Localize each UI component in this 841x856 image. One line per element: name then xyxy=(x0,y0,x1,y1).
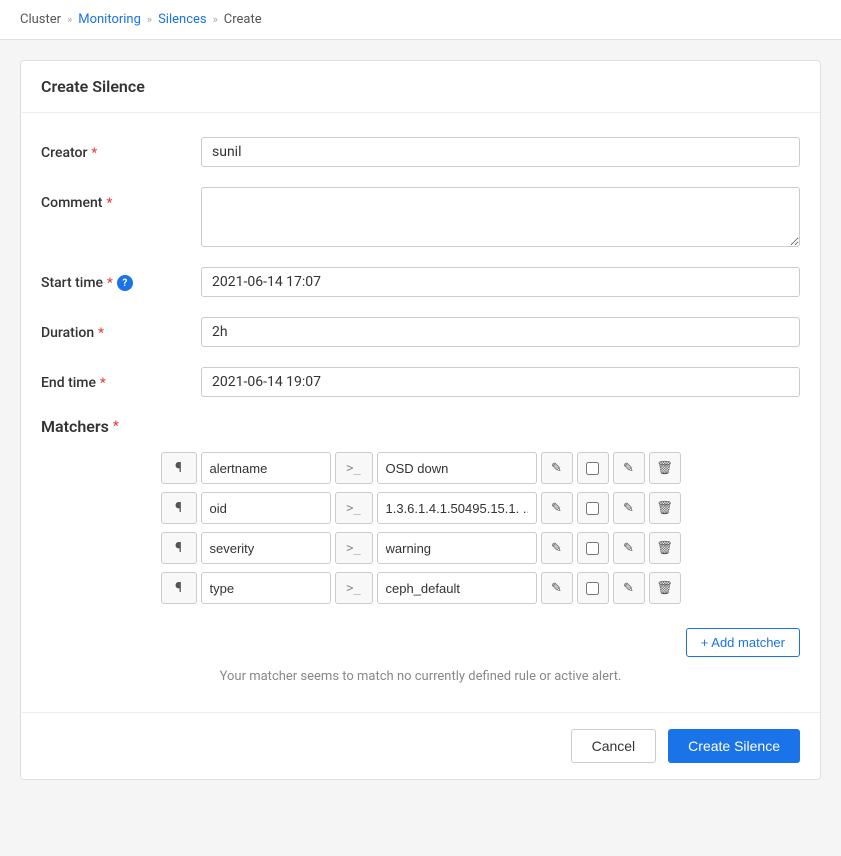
matcher-edit-button-3[interactable]: ✎ xyxy=(613,572,645,604)
starttime-input[interactable] xyxy=(201,267,800,297)
duration-row: Duration * xyxy=(41,317,800,347)
matcher-para-icon-1: ¶ xyxy=(161,492,197,524)
matcher-regex-button-1[interactable]: ✎ xyxy=(541,492,573,524)
breadcrumb-sep-1: » xyxy=(67,13,72,26)
matchers-label: Matchers * xyxy=(41,417,800,436)
comment-required: * xyxy=(106,196,112,211)
matchers-inner: ¶ >_ ✎ ✎ 🗑 ¶ >_ ✎ ✎ 🗑 ¶ >_ ✎ ✎ 🗑 ¶ >_ xyxy=(41,452,800,688)
matcher-check-2[interactable] xyxy=(586,542,599,555)
matcher-op-0: >_ xyxy=(335,452,373,484)
matcher-row: ¶ >_ ✎ ✎ 🗑 xyxy=(41,452,800,484)
matcher-edit-button-1[interactable]: ✎ xyxy=(613,492,645,524)
breadcrumb-create: Create xyxy=(224,12,262,27)
matcher-name-input-2[interactable] xyxy=(201,532,331,564)
matcher-check-1[interactable] xyxy=(586,502,599,515)
endtime-required: * xyxy=(100,376,106,391)
matcher-row: ¶ >_ ✎ ✎ 🗑 xyxy=(41,532,800,564)
matcher-name-input-1[interactable] xyxy=(201,492,331,524)
matcher-row: ¶ >_ ✎ ✎ 🗑 xyxy=(41,492,800,524)
matcher-value-input-0[interactable] xyxy=(377,452,537,484)
breadcrumb-silences[interactable]: Silences xyxy=(158,12,207,27)
matcher-checkbox-3[interactable] xyxy=(577,572,609,604)
comment-input[interactable] xyxy=(201,187,800,247)
matcher-edit-button-0[interactable]: ✎ xyxy=(613,452,645,484)
endtime-label: End time * xyxy=(41,367,201,391)
matcher-delete-button-1[interactable]: 🗑 xyxy=(649,492,681,524)
create-silence-button[interactable]: Create Silence xyxy=(668,729,800,763)
matcher-check-0[interactable] xyxy=(586,462,599,475)
matcher-value-input-2[interactable] xyxy=(377,532,537,564)
matcher-op-3: >_ xyxy=(335,572,373,604)
matcher-op-1: >_ xyxy=(335,492,373,524)
comment-row: Comment * xyxy=(41,187,800,247)
matcher-row: ¶ >_ ✎ ✎ 🗑 xyxy=(41,572,800,604)
matcher-delete-button-2[interactable]: 🗑 xyxy=(649,532,681,564)
starttime-required: * xyxy=(107,276,113,291)
endtime-row: End time * xyxy=(41,367,800,397)
matcher-para-icon-2: ¶ xyxy=(161,532,197,564)
creator-row: Creator * xyxy=(41,137,800,167)
duration-input[interactable] xyxy=(201,317,800,347)
matcher-op-2: >_ xyxy=(335,532,373,564)
matcher-checkbox-1[interactable] xyxy=(577,492,609,524)
matcher-value-input-1[interactable] xyxy=(377,492,537,524)
creator-required: * xyxy=(91,146,97,161)
card-title: Create Silence xyxy=(41,77,145,96)
breadcrumb-cluster[interactable]: Cluster xyxy=(20,12,61,27)
matcher-regex-button-2[interactable]: ✎ xyxy=(541,532,573,564)
card-body: Creator * Comment * Start time * ? xyxy=(21,113,820,712)
matcher-delete-button-3[interactable]: 🗑 xyxy=(649,572,681,604)
no-match-message: Your matcher seems to match no currently… xyxy=(220,669,622,684)
breadcrumb: Cluster » Monitoring » Silences » Create xyxy=(0,0,841,40)
duration-label: Duration * xyxy=(41,317,201,341)
matcher-regex-button-3[interactable]: ✎ xyxy=(541,572,573,604)
card-footer: Cancel Create Silence xyxy=(21,712,820,779)
endtime-input[interactable] xyxy=(201,367,800,397)
matcher-rows-container: ¶ >_ ✎ ✎ 🗑 ¶ >_ ✎ ✎ 🗑 ¶ >_ ✎ ✎ 🗑 ¶ >_ xyxy=(41,452,800,612)
matcher-edit-button-2[interactable]: ✎ xyxy=(613,532,645,564)
matcher-checkbox-2[interactable] xyxy=(577,532,609,564)
matcher-name-input-0[interactable] xyxy=(201,452,331,484)
matcher-actions-row: + Add matcher xyxy=(41,620,800,657)
matcher-check-3[interactable] xyxy=(586,582,599,595)
breadcrumb-sep-2: » xyxy=(147,13,152,26)
matcher-delete-button-0[interactable]: 🗑 xyxy=(649,452,681,484)
matcher-checkbox-0[interactable] xyxy=(577,452,609,484)
matcher-name-input-3[interactable] xyxy=(201,572,331,604)
comment-label: Comment * xyxy=(41,187,201,211)
starttime-label: Start time * ? xyxy=(41,267,201,291)
starttime-row: Start time * ? xyxy=(41,267,800,297)
breadcrumb-sep-3: » xyxy=(213,13,218,26)
matcher-value-input-3[interactable] xyxy=(377,572,537,604)
matcher-para-icon-3: ¶ xyxy=(161,572,197,604)
creator-label: Creator * xyxy=(41,137,201,161)
starttime-help-icon[interactable]: ? xyxy=(117,275,133,291)
card-header: Create Silence xyxy=(21,61,820,113)
matcher-para-icon-0: ¶ xyxy=(161,452,197,484)
creator-input[interactable] xyxy=(201,137,800,167)
add-matcher-button[interactable]: + Add matcher xyxy=(686,628,800,657)
matchers-required: * xyxy=(113,419,119,434)
cancel-button[interactable]: Cancel xyxy=(571,729,657,763)
duration-required: * xyxy=(98,326,104,341)
matcher-regex-button-0[interactable]: ✎ xyxy=(541,452,573,484)
matchers-section: Matchers * ¶ >_ ✎ ✎ 🗑 ¶ >_ ✎ ✎ 🗑 ¶ xyxy=(41,417,800,688)
breadcrumb-monitoring[interactable]: Monitoring xyxy=(78,12,141,27)
